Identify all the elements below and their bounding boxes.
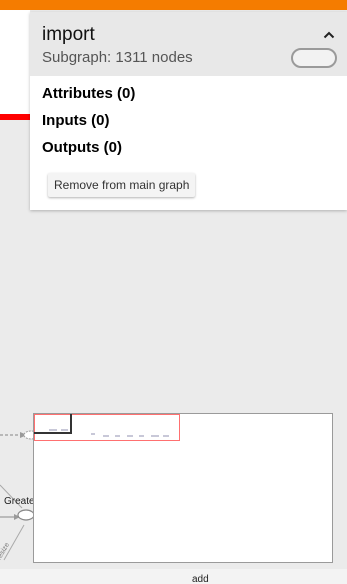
graph-node-label-add[interactable]: add bbox=[192, 574, 209, 584]
minimap-node bbox=[139, 435, 144, 437]
minimap-node bbox=[127, 435, 133, 437]
bottom-panel-edge bbox=[0, 569, 347, 584]
minimap-node bbox=[91, 433, 95, 435]
minimap-node bbox=[103, 435, 109, 437]
minimap-node bbox=[115, 435, 120, 437]
graph-minimap[interactable] bbox=[33, 413, 333, 563]
minimap-viewport-frame[interactable] bbox=[34, 414, 72, 434]
minimap-node bbox=[151, 435, 159, 437]
graph-node-label[interactable]: Greate bbox=[4, 496, 35, 507]
minimap-node bbox=[163, 435, 169, 437]
graph-page: import Subgraph: 1311 nodes Attributes (… bbox=[0, 0, 347, 584]
